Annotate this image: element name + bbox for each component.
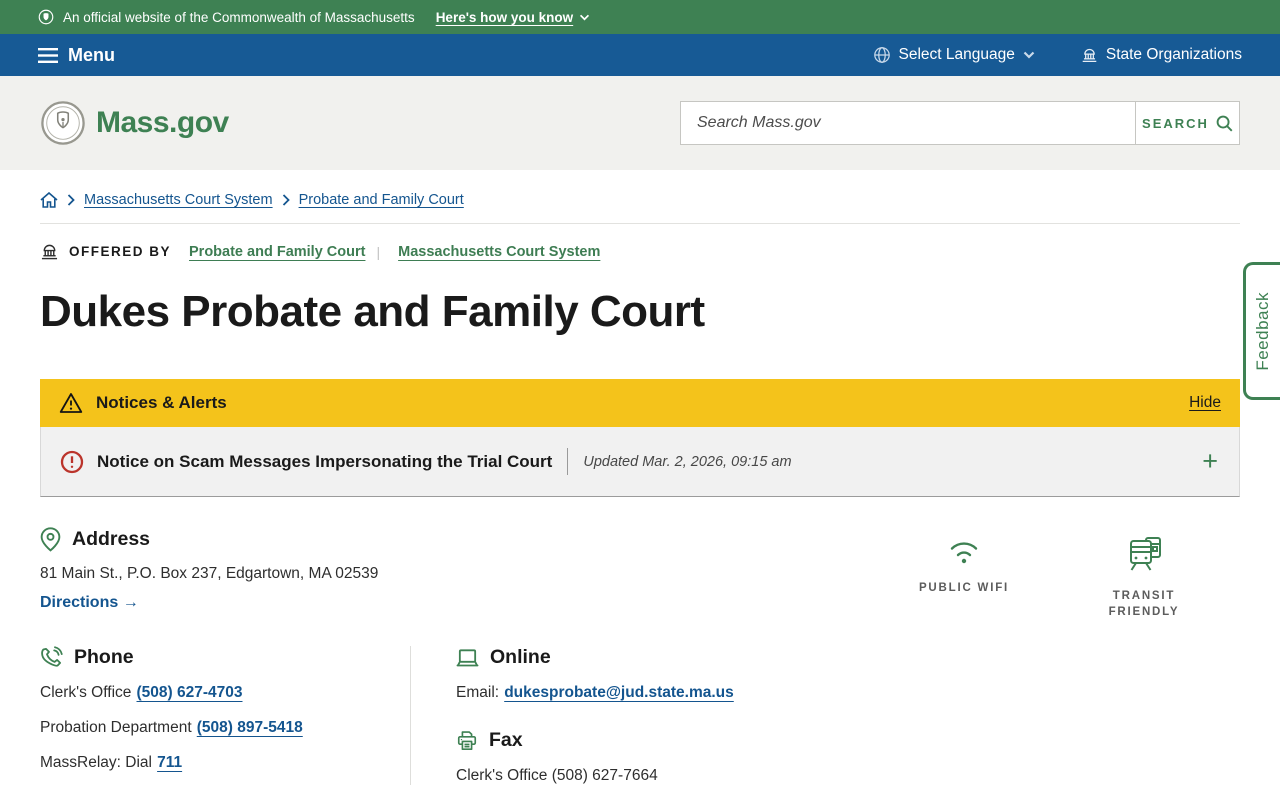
page-title: Dukes Probate and Family Court xyxy=(40,287,705,336)
breadcrumb-divider xyxy=(40,223,1240,224)
alert-circle-icon xyxy=(60,450,84,473)
fax-heading: Fax xyxy=(489,729,523,752)
breadcrumb: Massachusetts Court System Probate and F… xyxy=(40,192,1240,208)
notice-row[interactable]: Notice on Scam Messages Impersonating th… xyxy=(40,427,1240,497)
menu-button[interactable]: Menu xyxy=(38,45,115,66)
official-banner-text: An official website of the Commonwealth … xyxy=(63,9,415,25)
warning-triangle-icon xyxy=(59,393,83,413)
state-organizations-link[interactable]: State Organizations xyxy=(1081,46,1242,64)
fax-icon xyxy=(457,731,477,751)
public-wifi-label: PUBLIC WIFI xyxy=(918,582,1010,594)
vertical-divider xyxy=(567,448,569,475)
heres-how-you-know-link[interactable]: Here's how you know xyxy=(436,10,591,25)
main-nav: Menu Select Language State Organizations xyxy=(0,34,1280,76)
transit-icon xyxy=(1130,537,1161,571)
breadcrumb-link-court-system[interactable]: Massachusetts Court System xyxy=(84,192,273,208)
menu-label: Menu xyxy=(68,44,115,65)
breadcrumb-link-probate-family[interactable]: Probate and Family Court xyxy=(299,192,464,208)
notices-alerts-section: Notices & Alerts Hide Notice on Scam Mes… xyxy=(40,379,1240,497)
online-heading: Online xyxy=(490,646,551,669)
phone-link-711[interactable]: 711 xyxy=(157,754,182,771)
select-language-label: Select Language xyxy=(898,46,1015,63)
offered-by: OFFERED BY Probate and Family Court | Ma… xyxy=(40,243,1240,260)
transit-friendly-label: TRANSIT FRIENDLY xyxy=(1108,590,1180,618)
phone-section: Phone Clerk's Office (508) 627-4703 Proba… xyxy=(40,646,410,785)
directions-link[interactable]: Directions → xyxy=(40,594,139,612)
phone-line-probation: Probation Department (508) 897-5418 xyxy=(40,719,303,737)
feedback-button[interactable]: Feedback xyxy=(1243,262,1280,400)
massgov-logo-text: Mass.gov xyxy=(96,106,229,139)
search-icon xyxy=(1216,115,1233,131)
phone-link-clerk[interactable]: (508) 627-4703 xyxy=(137,684,243,701)
pipe-separator: | xyxy=(376,243,381,260)
address-section: Address 81 Main St., P.O. Box 237, Edgar… xyxy=(40,527,378,620)
phone-icon xyxy=(41,646,63,667)
select-language-button[interactable]: Select Language xyxy=(873,46,1035,64)
hide-alerts-link[interactable]: Hide xyxy=(1189,394,1221,412)
address-row: Address 81 Main St., P.O. Box 237, Edgar… xyxy=(40,527,1240,620)
address-heading: Address xyxy=(72,528,151,550)
phone-line-massrelay: MassRelay: Dial 711 xyxy=(40,754,183,772)
online-section: Online Email: dukesprobate@jud.state.ma.u… xyxy=(456,646,1240,702)
official-banner: An official website of the Commonwealth … xyxy=(0,0,1280,34)
transit-friendly-feature: TRANSIT FRIENDLY xyxy=(1096,535,1192,620)
search-bar: SEARCH xyxy=(680,101,1240,145)
notice-updated: Updated Mar. 2, 2026, 09:15 am xyxy=(583,453,792,470)
laptop-icon xyxy=(456,648,479,666)
phone-link-probation[interactable]: (508) 897-5418 xyxy=(197,719,303,736)
alerts-header: Notices & Alerts Hide xyxy=(40,379,1240,427)
chevron-right-icon xyxy=(67,194,75,206)
public-wifi-feature: PUBLIC WIFI xyxy=(916,535,1012,620)
offered-link-court-system[interactable]: Massachusetts Court System xyxy=(398,244,600,260)
statehouse-icon xyxy=(41,244,58,260)
email-link[interactable]: dukesprobate@jud.state.ma.us xyxy=(504,684,734,701)
search-input[interactable] xyxy=(681,102,1135,144)
alerts-header-label: Notices & Alerts xyxy=(96,393,227,412)
massgov-logo[interactable]: Mass.gov xyxy=(40,100,229,146)
offered-by-label: OFFERED BY xyxy=(69,244,172,259)
statehouse-icon xyxy=(1082,48,1097,63)
breadcrumb-home-link[interactable] xyxy=(40,192,58,208)
location-pin-icon xyxy=(40,527,61,552)
address-text: 81 Main St., P.O. Box 237, Edgartown, MA… xyxy=(40,565,379,582)
search-button[interactable]: SEARCH xyxy=(1135,102,1239,144)
email-line: Email: dukesprobate@jud.state.ma.us xyxy=(456,684,734,702)
online-fax-column: Online Email: dukesprobate@jud.state.ma.u… xyxy=(410,646,1240,786)
massgov-seal-icon xyxy=(41,101,85,145)
wifi-icon xyxy=(950,542,978,564)
state-organizations-label: State Organizations xyxy=(1105,46,1242,63)
feedback-label: Feedback xyxy=(1253,291,1272,371)
site-header: Mass.gov SEARCH xyxy=(0,76,1280,170)
chevron-down-icon xyxy=(1023,51,1035,59)
phone-line-clerk: Clerk's Office (508) 627-4703 xyxy=(40,684,243,702)
features: PUBLIC WIFI TRANSIT FRIENDLY xyxy=(916,527,1240,620)
fax-section: Fax Clerk's Office (508) 627-7664 xyxy=(456,729,1240,785)
chevron-down-icon xyxy=(580,14,590,20)
home-icon xyxy=(40,192,58,208)
notice-title: Notice on Scam Messages Impersonating th… xyxy=(97,451,553,471)
contact-columns: Phone Clerk's Office (508) 627-4703 Proba… xyxy=(40,646,1240,786)
offered-link-probate-family[interactable]: Probate and Family Court xyxy=(189,244,365,260)
fax-line: Clerk's Office (508) 627-7664 xyxy=(456,767,658,785)
expand-notice-button[interactable]: + xyxy=(1200,448,1220,475)
state-seal-icon xyxy=(38,9,54,25)
phone-heading: Phone xyxy=(74,646,134,669)
chevron-right-icon xyxy=(282,194,290,206)
hamburger-icon xyxy=(38,47,58,63)
globe-icon xyxy=(873,47,890,63)
